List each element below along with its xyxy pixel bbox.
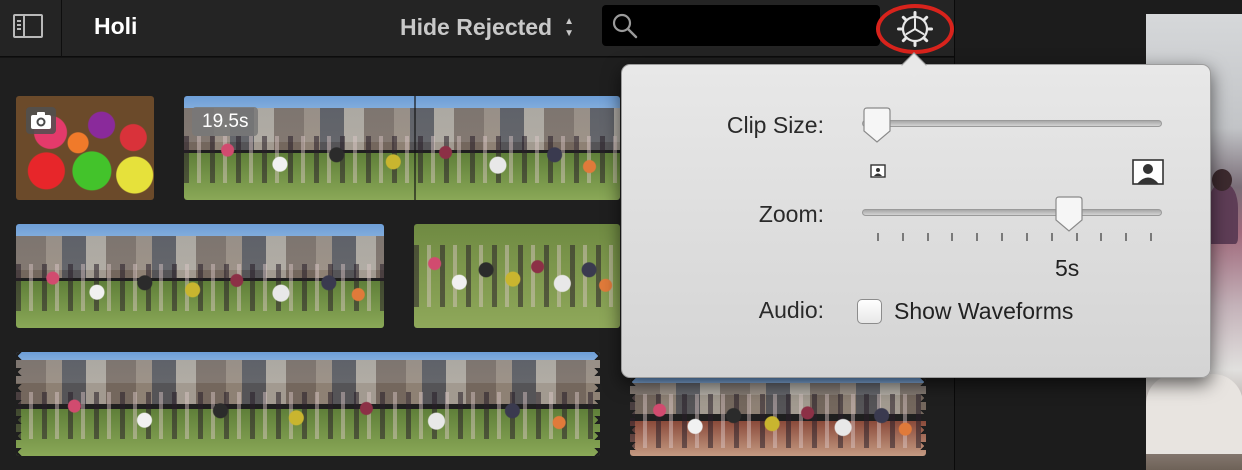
filter-label: Hide Rejected: [400, 13, 553, 40]
zoom-tick: [1100, 233, 1102, 241]
clip-appearance-popover: Clip Size: Zoom: 5s Audio: Show Waveform…: [621, 52, 1211, 378]
zoom-tick: [902, 233, 904, 241]
zoom-tick: [1026, 233, 1028, 241]
video-clip[interactable]: 19.5s: [184, 96, 620, 200]
clip-size-slider-knob[interactable]: [862, 107, 892, 144]
clip-size-label: Clip Size:: [726, 112, 824, 138]
show-waveforms-checkbox[interactable]: [857, 299, 882, 324]
video-clip[interactable]: [16, 224, 384, 328]
zoom-tick: [877, 233, 879, 241]
event-title: Holi: [94, 13, 138, 39]
small-clip-size-icon: [870, 164, 886, 178]
zoom-slider-knob[interactable]: [1054, 196, 1084, 233]
zoom-tick: [1150, 233, 1152, 241]
search-icon: [612, 13, 638, 39]
zoom-tick: [1001, 233, 1003, 241]
gear-icon: [897, 11, 933, 47]
sidebar-toggle-button[interactable]: [0, 0, 62, 57]
duration-badge: 19.5s: [192, 107, 259, 136]
show-waveforms-label[interactable]: Show Waveforms: [894, 298, 1073, 325]
sidebar-toggle-icon: [13, 14, 43, 38]
updown-arrows-icon: ▲ ▼: [564, 15, 575, 39]
clip-size-slider[interactable]: [862, 120, 1162, 127]
large-clip-size-icon: [1132, 159, 1164, 185]
video-clip[interactable]: [16, 352, 600, 456]
zoom-tick: [1076, 233, 1078, 241]
camera-badge: [26, 107, 56, 134]
zoom-tick: [1051, 233, 1053, 241]
zoom-ticks: [877, 233, 1152, 243]
zoom-tick: [927, 233, 929, 241]
audio-label: Audio:: [758, 297, 824, 323]
search-field[interactable]: [602, 5, 880, 46]
zoom-label: Zoom:: [758, 201, 824, 227]
zoom-tick: [976, 233, 978, 241]
browser-toolbar: Holi Hide Rejected ▲ ▼: [0, 0, 954, 57]
photo-clip[interactable]: [16, 96, 154, 200]
clip-appearance-settings-button[interactable]: [876, 4, 954, 54]
camera-icon: [31, 112, 51, 129]
zoom-tick: [951, 233, 953, 241]
video-clip[interactable]: [630, 378, 926, 456]
zoom-slider[interactable]: [862, 209, 1162, 216]
search-input[interactable]: [642, 11, 872, 39]
zoom-value: 5s: [1055, 255, 1080, 281]
video-clip[interactable]: [414, 224, 620, 328]
filter-popup-button[interactable]: Hide Rejected ▲ ▼: [400, 12, 574, 42]
zoom-tick: [1125, 233, 1127, 241]
